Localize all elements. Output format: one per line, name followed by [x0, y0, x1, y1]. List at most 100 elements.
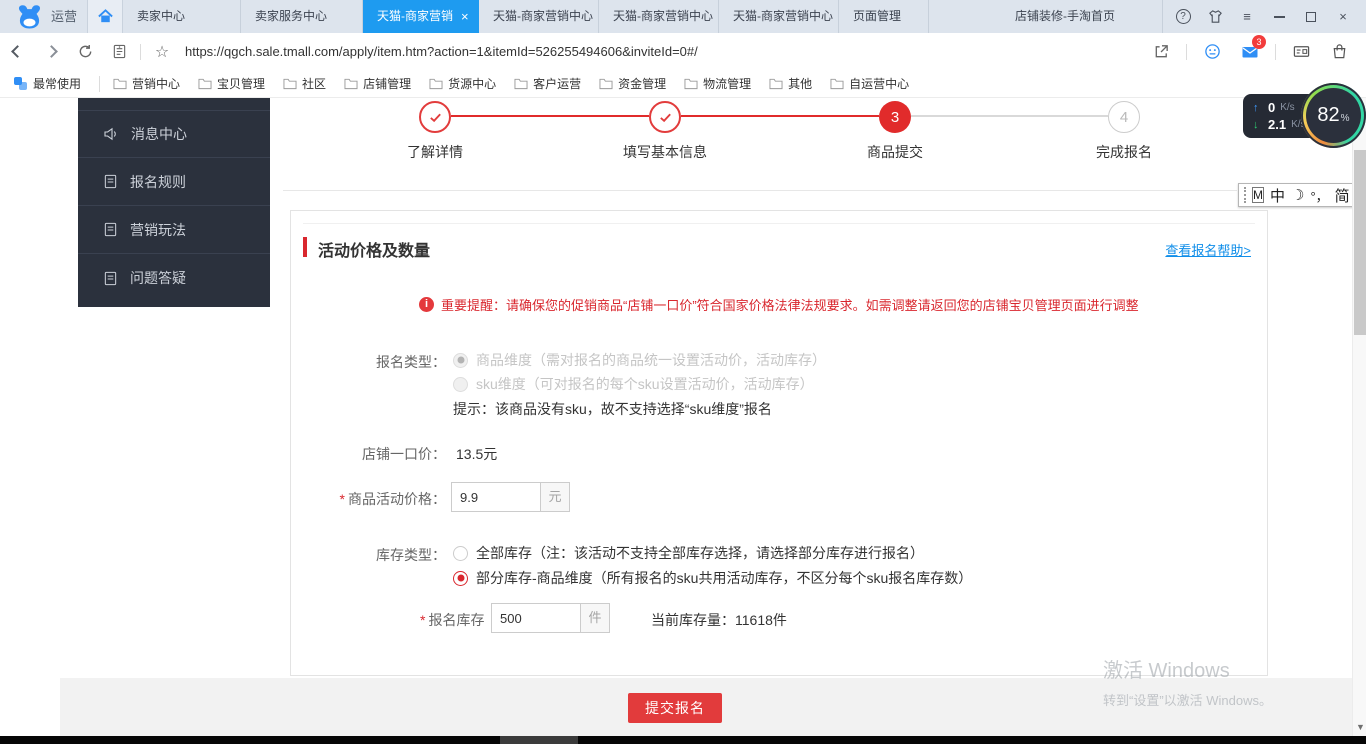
radio-selected[interactable]: [453, 571, 468, 586]
bookmark-folder-supply[interactable]: 货源中心: [420, 75, 505, 92]
bookmark-folder-self-run[interactable]: 自运营中心: [821, 75, 918, 92]
smiley-account-icon[interactable]: [1195, 37, 1229, 67]
watermark-line2: 转到“设置”以激活 Windows。: [1103, 690, 1272, 709]
tab-tmall-marketing-active[interactable]: 天猫-商家营销 ×: [363, 0, 479, 33]
memory-percent-unit: %: [1341, 113, 1350, 124]
mail-icon[interactable]: 3: [1233, 37, 1267, 67]
workbench-mode-label[interactable]: 运营: [51, 0, 77, 33]
warning-text: 重要提醒：请确保您的促销商品“店铺一口价”符合国家价格法律法规要求。如需调整请返…: [441, 295, 1139, 314]
reader-mode-icon[interactable]: [102, 33, 136, 70]
tab-shop-decoration[interactable]: 店铺装修-手淘首页: [1001, 0, 1163, 33]
card-panel-icon[interactable]: [1284, 37, 1318, 67]
skin-icon[interactable]: [1204, 6, 1226, 28]
bookmark-folder-shop-mgmt[interactable]: 店铺管理: [335, 75, 420, 92]
tab-page-management[interactable]: 页面管理: [839, 0, 929, 33]
browser-window: 运营 卖家中心 卖家服务中心 天猫-商家营销 × 天猫-商家营销中心 天猫-商家…: [0, 0, 1366, 744]
help-link[interactable]: 查看报名帮助>: [1165, 240, 1251, 259]
menu-icon[interactable]: ≡: [1236, 6, 1258, 28]
step-4-label: 完成报名: [1054, 142, 1194, 162]
list-price-value: 13.5元: [456, 444, 497, 464]
memory-usage-ring[interactable]: 82 %: [1301, 83, 1366, 148]
url-text[interactable]: https://qgch.sale.tmall.com/apply/item.h…: [185, 44, 698, 59]
close-button[interactable]: ×: [1332, 6, 1354, 28]
sidebar-item-marketing-play[interactable]: 营销玩法: [78, 206, 270, 254]
bookmark-folder-customer[interactable]: 客户运营: [505, 75, 590, 92]
activity-price-label: *商品活动价格：: [291, 489, 446, 509]
submit-button[interactable]: 提交报名: [628, 693, 722, 723]
tab-tmall-marketing-center-1[interactable]: 天猫-商家营销中心: [479, 0, 599, 33]
ime-punct-button[interactable]: °，: [1310, 186, 1328, 205]
speaker-icon: [103, 126, 119, 142]
tab-seller-center[interactable]: 卖家中心: [123, 0, 241, 33]
apply-stock-label: *报名库存: [420, 610, 484, 630]
bookmark-folder-funds[interactable]: 资金管理: [590, 75, 675, 92]
folder-icon: [599, 77, 613, 90]
bookmark-most-used[interactable]: 最常使用: [0, 75, 95, 92]
bookmark-folder-logistics[interactable]: 物流管理: [675, 75, 760, 92]
bookmark-folder-community[interactable]: 社区: [274, 75, 335, 92]
favorite-star-icon[interactable]: ☆: [145, 33, 179, 70]
refresh-button[interactable]: [68, 33, 102, 70]
share-icon[interactable]: [1144, 37, 1178, 67]
step-connector: [911, 115, 1108, 117]
activity-price-input[interactable]: [451, 482, 541, 512]
divider: [283, 190, 1237, 191]
forward-button[interactable]: [34, 33, 68, 70]
current-stock-text: 当前库存量：11618件: [651, 610, 787, 630]
ime-lang-button[interactable]: 中: [1270, 185, 1285, 206]
tab-seller-service-center[interactable]: 卖家服务中心: [241, 0, 363, 33]
ime-language-bar[interactable]: M 中 ☽ °， 简: [1238, 183, 1363, 207]
step-2-label: 填写基本信息: [595, 142, 735, 162]
sku-hint-text: 提示：该商品没有sku，故不支持选择“sku维度”报名: [453, 399, 772, 419]
step-1-label: 了解详情: [365, 142, 505, 162]
scrollbar-thumb[interactable]: [1354, 150, 1366, 335]
tab-close-icon[interactable]: ×: [461, 0, 469, 33]
bookmark-folder-other[interactable]: 其他: [760, 75, 821, 92]
document-icon: [103, 174, 118, 189]
warning-banner: i 重要提醒：请确保您的促销商品“店铺一口价”符合国家价格法律法规要求。如需调整…: [419, 295, 1139, 314]
ime-moon-icon[interactable]: ☽: [1291, 186, 1304, 204]
radio-disabled[interactable]: [453, 377, 468, 392]
radio-unselected[interactable]: [453, 546, 468, 561]
step-connector: [451, 115, 649, 117]
radio-disabled-selected[interactable]: [453, 353, 468, 368]
home-tab[interactable]: [87, 0, 123, 33]
sidebar-item-faq[interactable]: 问题答疑: [78, 254, 270, 302]
folder-icon: [769, 77, 783, 90]
scrollbar-down-arrow[interactable]: ▼: [1356, 722, 1365, 732]
stock-type-option-partial: 部分库存-商品维度（所有报名的sku共用活动库存，不区分每个sku报名库存数）: [453, 568, 972, 588]
check-icon: [658, 110, 673, 125]
apply-stock-input[interactable]: [491, 603, 581, 633]
vertical-scrollbar[interactable]: ▼: [1352, 98, 1366, 736]
network-speed-widget[interactable]: ↑ 0 K/s ↓ 2.1 K/s 82 %: [1243, 90, 1366, 152]
bookmarks-bar: 最常使用 营销中心 宝贝管理 社区 店铺管理 货源中心 客户运营 资金管理 物流…: [0, 70, 1366, 98]
stock-type-label: 库存类型：: [291, 545, 446, 565]
bookmark-folder-items[interactable]: 宝贝管理: [189, 75, 274, 92]
minimize-button[interactable]: [1268, 6, 1290, 28]
tab-tmall-marketing-center-2[interactable]: 天猫-商家营销中心: [599, 0, 719, 33]
windows-activation-watermark: 激活 Windows 转到“设置”以激活 Windows。: [1103, 654, 1272, 709]
document-icon: [103, 222, 118, 237]
sidebar-item-apply-rules[interactable]: 报名规则: [78, 158, 270, 206]
tab-bar: 运营 卖家中心 卖家服务中心 天猫-商家营销 × 天猫-商家营销中心 天猫-商家…: [0, 0, 1366, 33]
shopping-bag-icon[interactable]: [1322, 37, 1356, 67]
back-button[interactable]: [0, 33, 34, 70]
upload-speed-value: 0: [1268, 100, 1275, 115]
qianniu-logo-icon[interactable]: [16, 3, 43, 30]
sidebar-item-message-center[interactable]: 消息中心: [78, 110, 270, 158]
help-icon[interactable]: ?: [1172, 6, 1194, 28]
tab-gap: [929, 0, 1001, 33]
ime-mode-button[interactable]: M: [1252, 187, 1264, 203]
apply-type-option-sku: sku维度（可对报名的每个sku设置活动价，活动库存）: [453, 374, 814, 394]
download-arrow-icon: ↓: [1253, 119, 1263, 131]
most-used-icon: [14, 77, 27, 90]
tab-tmall-marketing-center-3[interactable]: 天猫-商家营销中心: [719, 0, 839, 33]
maximize-button[interactable]: [1300, 6, 1322, 28]
apply-type-option-item: 商品维度（需对报名的商品统一设置活动价，活动库存）: [453, 350, 826, 370]
ime-simplified-button[interactable]: 简: [1335, 185, 1350, 206]
activity-price-unit: 元: [540, 482, 570, 512]
ime-drag-handle[interactable]: [1244, 187, 1246, 203]
folder-icon: [429, 77, 443, 90]
bookmark-folder-marketing[interactable]: 营销中心: [104, 75, 189, 92]
upload-arrow-icon: ↑: [1253, 102, 1263, 114]
